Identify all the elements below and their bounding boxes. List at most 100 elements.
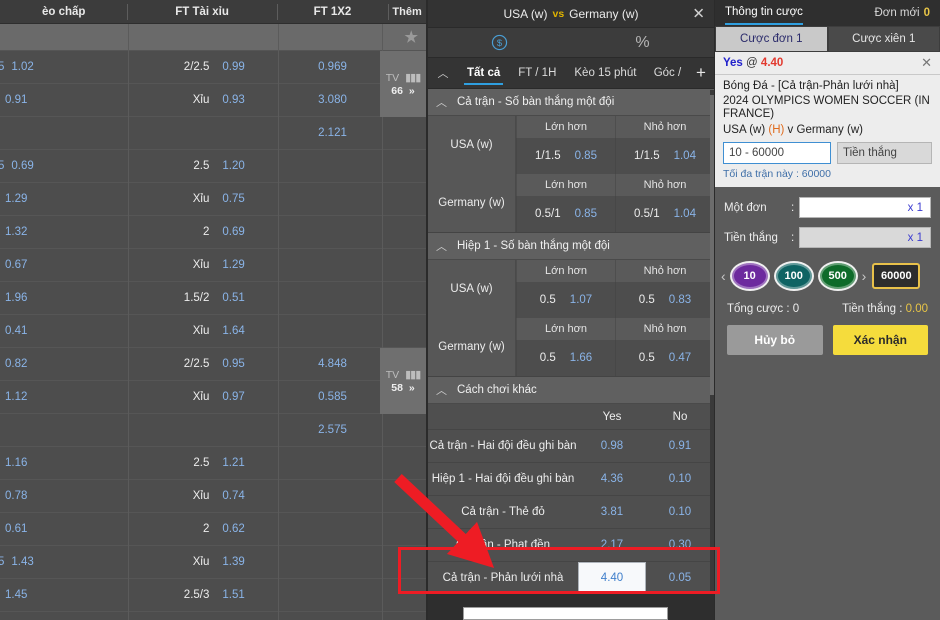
handicap-cell[interactable]: 50.60 [0, 612, 127, 620]
market-odd-cell[interactable]: 0.5/1 1.04 [615, 196, 714, 232]
over-under-cell[interactable]: Xỉu 0.93 [127, 84, 276, 116]
over-under-cell[interactable]: 2.5 1.20 [127, 150, 276, 182]
market-odd-cell[interactable]: 0.5 1.66 [516, 340, 615, 376]
tv-icon[interactable]: TV [386, 369, 399, 381]
more-cell[interactable] [388, 414, 426, 446]
odds-row[interactable]: 1.12 Xỉu 0.97 0.585 [0, 381, 426, 414]
chevron-left-icon[interactable]: ‹ [721, 268, 726, 284]
over-under-cell[interactable]: 2.5/3 1.51 [127, 579, 276, 611]
handicap-cell[interactable]: 0.78 [0, 480, 127, 512]
odds-row[interactable]: 51.022/2.50.990.969 [0, 51, 426, 84]
odds-mode-switcher[interactable]: $ % [428, 28, 714, 58]
other-market-no-odd[interactable]: 0.10 [646, 496, 714, 528]
over-under-cell[interactable]: Xỉu 1.64 [127, 315, 276, 347]
chip-500[interactable]: 500 [817, 261, 858, 291]
tab-bet-info[interactable]: Thông tin cược [725, 6, 803, 25]
over-under-cell[interactable]: 1.5/2 0.51 [127, 282, 276, 314]
chip-100[interactable]: 100 [773, 261, 814, 291]
chip-selector[interactable]: ‹ 10 100 500 › 60000 [715, 257, 940, 291]
handicap-cell[interactable]: 0.82 [0, 348, 127, 380]
more-cell[interactable] [388, 150, 426, 182]
column-header-handicap[interactable]: èo chấp [0, 0, 127, 24]
x2-cell[interactable] [277, 150, 388, 182]
handicap-cell[interactable]: 1.16 [0, 447, 127, 479]
x2-cell[interactable]: 0.969 [277, 51, 388, 83]
bet-slip-top-tabs[interactable]: Thông tin cược Đơn mới 0 [715, 0, 940, 26]
tab-new-orders[interactable]: Đơn mới 0 [874, 7, 930, 19]
x2-cell[interactable] [277, 447, 388, 479]
x2-cell[interactable]: 0.585 [277, 381, 388, 413]
chip-max[interactable]: 60000 [872, 263, 921, 289]
chevron-up-icon[interactable]: ︿ [436, 94, 447, 110]
market-section-header[interactable]: ︿ Cả trận - Số bàn thắng một đội [428, 89, 714, 116]
odds-row[interactable]: 1.32 2 0.69 [0, 216, 426, 249]
more-cell[interactable] [388, 315, 426, 347]
center-bottom-input[interactable] [463, 607, 668, 620]
other-market-yes-odd[interactable]: 3.81 [578, 496, 646, 528]
more-cell[interactable] [388, 480, 426, 512]
tab-ft-1h[interactable]: FT / 1H [509, 58, 565, 88]
handicap-cell[interactable]: 0.41 [0, 315, 127, 347]
odds-row[interactable]: 50.692.51.20 [0, 150, 426, 183]
over-under-cell[interactable]: Xỉu 0.97 [127, 381, 276, 413]
x2-cell[interactable] [277, 612, 388, 620]
other-market-no-odd[interactable]: 0.91 [646, 430, 714, 462]
over-under-cell[interactable]: 2/2.5 0.99 [127, 51, 276, 83]
over-under-cell[interactable]: Xỉu 1.39 [127, 546, 276, 578]
x2-cell[interactable] [277, 315, 388, 347]
stake-input[interactable]: 10 - 60000 [723, 142, 831, 164]
odds-row[interactable]: 2.575 [0, 414, 426, 447]
odds-row[interactable]: 0.67 Xỉu 1.29 [0, 249, 426, 282]
tab-all[interactable]: Tất cả [458, 58, 509, 88]
chip-10[interactable]: 10 [729, 261, 770, 291]
x2-cell[interactable] [277, 579, 388, 611]
market-tabs[interactable]: ︿ Tất cả FT / 1H Kèo 15 phút Góc / + [428, 58, 714, 89]
over-under-cell[interactable]: 2 0.62 [127, 513, 276, 545]
stream-stats-box[interactable]: TV ▮▮▮ 58 » [380, 348, 426, 414]
x2-cell[interactable] [277, 249, 388, 281]
chevron-up-icon[interactable]: ︿ [436, 238, 447, 254]
confirm-button[interactable]: Xác nhận [832, 325, 928, 355]
odds-row[interactable]: 51.43Xỉu1.39 [0, 546, 426, 579]
odds-list-panel[interactable]: èo chấp FT Tài xỉu FT 1X2 Thêm ★51.022/2… [0, 0, 428, 620]
more-cell[interactable] [388, 612, 426, 620]
handicap-cell[interactable]: 0.67 [0, 249, 127, 281]
other-market-yes-odd[interactable]: 4.36 [578, 463, 646, 495]
tab-single-bet[interactable]: Cược đơn 1 [715, 26, 828, 52]
over-under-cell[interactable]: Xỉu 1.29 [127, 249, 276, 281]
league-group-header[interactable]: ★ [0, 24, 426, 51]
favorite-star-icon[interactable]: ★ [405, 30, 418, 45]
close-icon[interactable]: ✕ [692, 6, 705, 21]
over-under-cell[interactable] [127, 117, 276, 149]
stats-bars-icon[interactable]: ▮▮▮ [405, 71, 421, 84]
bet-slip-panel[interactable]: Thông tin cược Đơn mới 0 Cược đơn 1 Cược … [714, 0, 940, 620]
x2-cell[interactable]: 3.080 [277, 84, 388, 116]
chevron-up-icon[interactable]: ︿ [428, 58, 458, 88]
other-market-no-odd[interactable]: 0.10 [646, 463, 714, 495]
odds-row[interactable]: 0.91 Xỉu 0.93 3.080 [0, 84, 426, 117]
more-cell[interactable] [388, 282, 426, 314]
over-under-cell[interactable] [127, 414, 276, 446]
handicap-cell[interactable]: 51.02 [0, 51, 127, 83]
bet-type-tabs[interactable]: Cược đơn 1 Cược xiên 1 [715, 26, 940, 52]
handicap-cell[interactable]: 1.96 [0, 282, 127, 314]
add-tab-button[interactable]: + [688, 58, 714, 88]
handicap-cell[interactable]: 51.43 [0, 546, 127, 578]
tab-15min[interactable]: Kèo 15 phút [565, 58, 645, 88]
handicap-cell[interactable]: 1.32 [0, 216, 127, 248]
percent-mode-icon[interactable]: % [571, 28, 714, 57]
match-markets-panel[interactable]: USA (w) vs Germany (w) ✕ $ % ︿ Tất cả FT… [428, 0, 714, 620]
handicap-cell[interactable] [0, 117, 127, 149]
market-odd-cell[interactable]: 0.5 0.47 [615, 340, 714, 376]
odds-row[interactable]: 1.29 Xỉu 0.75 [0, 183, 426, 216]
expand-more-icon[interactable]: » [409, 382, 415, 394]
market-odd-cell[interactable]: 0.5 0.83 [615, 282, 714, 318]
stake-inputs[interactable]: 10 - 60000 Tiền thắng [723, 142, 932, 164]
market-odd-cell[interactable]: 0.5/1 0.85 [516, 196, 615, 232]
more-cell[interactable] [388, 117, 426, 149]
more-cell[interactable] [388, 249, 426, 281]
column-header-more[interactable]: Thêm [388, 0, 426, 24]
odds-row[interactable]: 2.121 [0, 117, 426, 150]
money-mode-icon[interactable]: $ [428, 28, 571, 57]
x2-cell[interactable] [277, 513, 388, 545]
